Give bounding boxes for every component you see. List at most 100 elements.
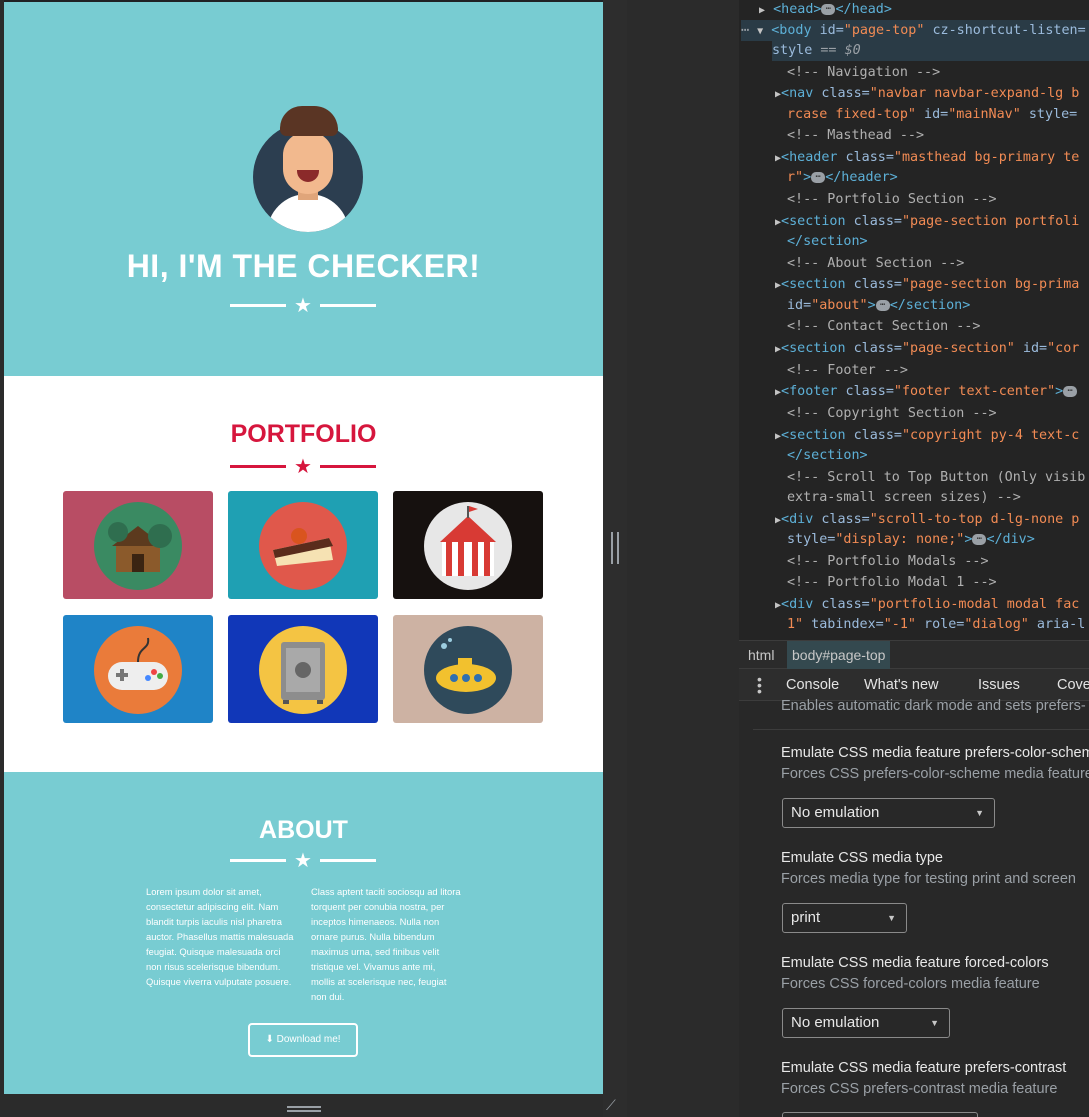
vertical-resize-handle[interactable] (287, 1106, 321, 1112)
tree-comment[interactable]: <!-- Footer --> (787, 360, 908, 381)
tree-line-div-scroll-2[interactable]: style="display: none;"> ⋯ </div> (787, 529, 1035, 550)
media-type-select[interactable]: print ▼ (782, 903, 907, 933)
tree-line-body-selected-2[interactable]: style == $0 (772, 40, 1089, 61)
forced-colors-select[interactable]: No emulation ▼ (782, 1008, 950, 1038)
download-button[interactable]: ⬇ Download me! (248, 1023, 358, 1057)
divider-line-left (230, 859, 286, 862)
tag-text: </section> (787, 234, 868, 249)
attr-value: "footer text-center" (893, 384, 1056, 399)
tag-text: > (803, 170, 812, 185)
tree-line-head[interactable]: ▶ <head> ⋯ </head> (759, 0, 892, 20)
tree-comment[interactable]: <!-- Masthead --> (787, 125, 924, 146)
portfolio-item-game[interactable] (63, 615, 213, 723)
tab-console[interactable]: Console (786, 669, 839, 701)
tree-line-section-close[interactable]: </section> (787, 231, 868, 252)
select-value: No emulation (791, 1014, 880, 1031)
ellipsis-icon[interactable]: ⋯ (972, 533, 987, 545)
attr-text: style (772, 43, 813, 58)
tree-line-section-portfolio[interactable]: ▶<section class="page-section portfoli (775, 211, 1079, 232)
tree-comment[interactable]: <!-- Contact Section --> (787, 316, 980, 337)
portfolio-item-safe[interactable] (228, 615, 378, 723)
ellipsis-icon[interactable]: ⋯ (811, 171, 826, 183)
comment-text: <!-- Portfolio Modals --> (787, 554, 989, 569)
tag-text: <section (781, 428, 846, 443)
devtools-gutter (627, 0, 739, 1117)
download-icon: ⬇ (265, 1034, 274, 1045)
ellipsis-icon[interactable]: ⋯ (1063, 385, 1078, 397)
tree-line-nav-2[interactable]: rcase fixed-top" id="mainNav" style= (787, 104, 1077, 125)
breadcrumb-body[interactable]: body#page-top (787, 641, 891, 670)
tree-comment[interactable]: <!-- Navigation --> (787, 62, 940, 83)
tree-line-div-modal[interactable]: ▶<div class="portfolio-modal modal fac (775, 594, 1079, 615)
attr-text: id= (787, 298, 812, 313)
eq-text: == (812, 43, 845, 58)
attr-text: class= (837, 150, 894, 165)
elements-tree[interactable]: ▶ <head> ⋯ </head> ⋯ ▼ <body id="page-top"… (739, 0, 1089, 640)
ellipsis-icon[interactable]: ⋯ (875, 299, 890, 311)
about-star-divider: ★ (230, 850, 376, 872)
attr-value: rcase fixed-top" (787, 107, 916, 122)
divider-line-right (320, 465, 376, 468)
download-button-label: Download me! (276, 1034, 341, 1045)
tree-line-nav[interactable]: ▶<nav class="navbar navbar-expand-lg b (775, 83, 1079, 104)
tag-text: > (1055, 384, 1064, 399)
collapse-triangle-icon[interactable]: ▼ (757, 26, 763, 37)
tree-line-section-close[interactable]: </section> (787, 445, 868, 466)
select-value: print (791, 909, 821, 926)
ellipsis-icon[interactable]: ⋯ (821, 3, 836, 15)
breadcrumb-html[interactable]: html (743, 641, 779, 670)
tree-comment-2[interactable]: extra-small screen sizes) --> (787, 487, 1021, 508)
tree-comment[interactable]: <!-- About Section --> (787, 253, 964, 274)
attr-value: r" (787, 170, 804, 185)
tree-comment[interactable]: <!-- Portfolio Modals --> (787, 551, 989, 572)
separator (753, 729, 1089, 730)
tree-line-header-2[interactable]: r"> ⋯ </header> (787, 167, 898, 188)
tree-line-section-copyright[interactable]: ▶<section class="copyright py-4 text-c (775, 425, 1079, 446)
tree-line-body-selected[interactable]: ⋯ ▼ <body id="page-top" cz-shortcut-list… (741, 20, 1089, 41)
tree-line-section-about[interactable]: ▶<section class="page-section bg-prima (775, 274, 1079, 295)
attr-value: "mainNav" (948, 107, 1021, 122)
tree-comment[interactable]: <!-- Copyright Section --> (787, 403, 997, 424)
device-viewport[interactable]: HI, I'M THE CHECKER! ★ PORTFOLIO ★ ABOUT… (4, 2, 603, 1094)
tab-coverage[interactable]: Cove (1057, 669, 1089, 701)
comment-text: <!-- Masthead --> (787, 128, 925, 143)
corner-resize-icon[interactable]: ⟋ (606, 1097, 616, 1114)
attr-text: class= (813, 512, 870, 527)
tree-line-section-about-2[interactable]: id="about"> ⋯ </section> (787, 295, 970, 316)
expand-triangle-icon[interactable]: ▶ (759, 5, 765, 16)
tab-issues[interactable]: Issues (978, 669, 1020, 701)
portfolio-item-cabin[interactable] (63, 491, 213, 599)
tag-text: <section (781, 277, 846, 292)
tree-line-header[interactable]: ▶<header class="masthead bg-primary te (775, 147, 1079, 168)
tree-comment[interactable]: <!-- Portfolio Section --> (787, 189, 997, 210)
tree-line-div-modal-2[interactable]: 1" tabindex="-1" role="dialog" aria-l (787, 614, 1085, 635)
prefers-contrast-select[interactable] (782, 1112, 978, 1117)
tree-comment[interactable]: <!-- Portfolio Modal 1 --> (787, 572, 997, 593)
about-text-left: Lorem ipsum dolor sit amet, consectetur … (146, 886, 294, 987)
tree-comment[interactable]: <!-- Scroll to Top Button (Only visib (787, 467, 1085, 488)
tree-line-footer[interactable]: ▶<footer class="footer text-center"> ⋯ (775, 381, 1078, 402)
portfolio-item-cake[interactable] (228, 491, 378, 599)
comment-text: <!-- Scroll to Top Button (Only visib (787, 470, 1086, 485)
more-dots-icon: ⋯ (741, 23, 750, 38)
prefers-color-scheme-select[interactable]: No emulation ▼ (782, 798, 995, 828)
rendering-panel: Enables automatic dark mode and sets pre… (739, 698, 1089, 1117)
tree-line-section-contact[interactable]: ▶<section class="page-section" id="cor (775, 338, 1079, 359)
tab-whats-new[interactable]: What's new (864, 669, 939, 701)
attr-value: "scroll-to-top d-lg-none p (869, 512, 1080, 527)
tree-line-div-scroll[interactable]: ▶<div class="scroll-to-top d-lg-none p (775, 509, 1079, 530)
portfolio-item-submarine[interactable] (393, 615, 543, 723)
about-text-right: Class aptent taciti sociosqu ad litora t… (311, 886, 461, 1002)
more-options-icon[interactable]: • • • (757, 672, 762, 698)
comment-text: <!-- About Section --> (787, 256, 965, 271)
tag-text: </head> (835, 2, 892, 17)
attr-value: "page-section bg-prima (901, 277, 1080, 292)
tag-text: > (867, 298, 876, 313)
portfolio-item-circus[interactable] (393, 491, 543, 599)
horizontal-resize-handle[interactable] (611, 532, 619, 564)
attr-value: "about" (811, 298, 868, 313)
dollar-zero: $0 (844, 43, 861, 58)
breadcrumb: html body#page-top (739, 640, 1089, 670)
rendering-option-desc: Forces media type for testing print and … (781, 871, 1076, 887)
attr-text: class= (837, 384, 894, 399)
